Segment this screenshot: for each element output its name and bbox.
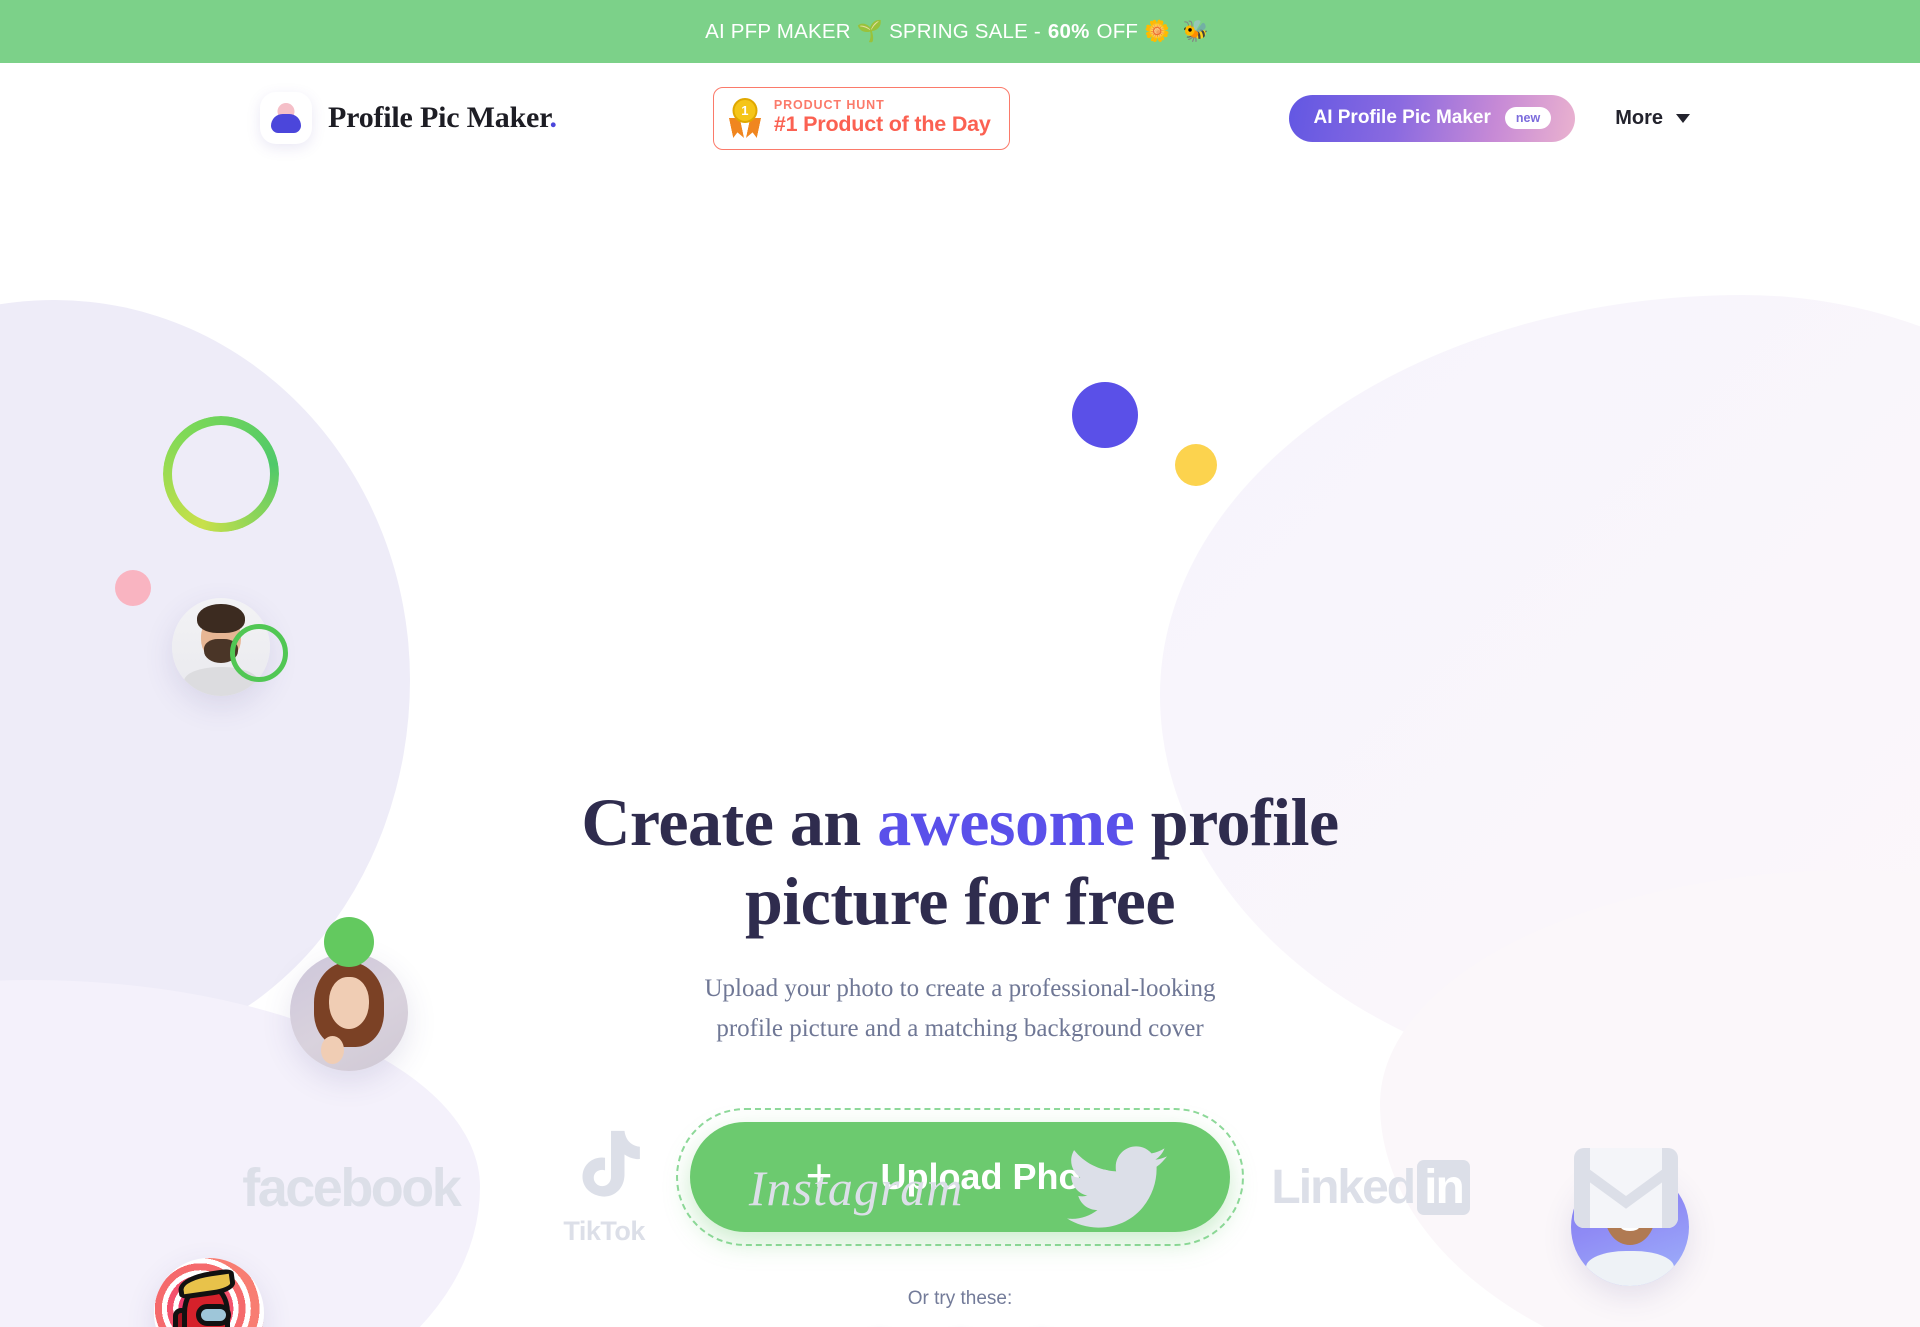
site-header: Profile Pic Maker. 1 PRODUCT HUNT #1 Pro… [0,63,1920,173]
banner-sale-text: SPRING SALE - [889,19,1041,43]
green-ring-accent [163,416,279,532]
product-hunt-title: #1 Product of the Day [773,112,991,137]
yellow-dot [1175,444,1217,486]
title-part-1: Create an [581,784,878,860]
linkedin-label: Linked in [1271,1160,1470,1215]
hero-subtitle: Upload your photo to create a profession… [704,974,1216,1043]
instagram-label: Instagram [748,1159,964,1216]
logo-text: Profile Pic Maker [328,101,550,134]
pink-dot [115,570,151,606]
twitter-bird-icon [1067,1145,1168,1228]
linkedin-in-box: in [1417,1160,1470,1215]
tiktok-note-icon [582,1130,640,1197]
tiktok-logo[interactable]: TikTok [563,1128,645,1247]
banner-off: OFF [1096,19,1139,43]
seedling-emoji: 🌱 [856,19,884,43]
blossom-emoji: 🌼 [1144,19,1171,43]
banner-prefix: AI PFP MAKER [705,19,851,43]
gmail-envelope-icon [1573,1147,1678,1228]
gmail-logo[interactable] [1573,1147,1678,1228]
medal-rank: 1 [732,97,758,123]
facebook-logo[interactable]: facebook [242,1157,462,1219]
facebook-label: facebook [242,1157,462,1218]
tiktok-label: TikTok [563,1216,645,1246]
linkedin-logo[interactable]: Linked in [1271,1160,1470,1215]
more-menu[interactable]: More [1615,107,1690,130]
product-hunt-kicker: PRODUCT HUNT [773,98,885,113]
twitter-logo[interactable] [1067,1145,1168,1230]
logo-period: . [549,101,558,134]
linkedin-text: Linked [1271,1161,1416,1214]
promo-banner[interactable]: AI PFP MAKER 🌱 SPRING SALE - 60% OFF 🌼 🐝 [0,0,1920,63]
title-highlight: awesome [877,784,1135,860]
instagram-logo[interactable]: Instagram [749,1159,964,1217]
banner-discount: 60% [1047,19,1090,43]
new-badge: new [1504,107,1552,129]
bee-emoji: 🐝 [1182,19,1209,43]
ai-cta-label: AI Profile Pic Maker [1313,107,1491,128]
header-nav: AI Profile Pic Maker new More [1289,94,1880,142]
chevron-down-icon [1676,113,1690,123]
logo[interactable]: Profile Pic Maker. [260,92,557,144]
or-try-label: Or try these: [907,1287,1013,1309]
product-hunt-badge[interactable]: 1 PRODUCT HUNT #1 Product of the Day [712,86,1010,150]
page-title: Create an awesome profile picture for fr… [570,783,1350,941]
logo-wordmark: Profile Pic Maker. [328,101,557,135]
logo-avatar-icon [260,92,312,144]
social-logos-row: facebook TikTok Instagram Linked in [0,1128,1920,1247]
medal-icon: 1 [728,97,762,138]
green-ring [230,624,288,682]
ai-profile-pic-maker-button[interactable]: AI Profile Pic Maker new [1289,94,1576,142]
blue-dot [1072,382,1138,448]
more-label: More [1615,106,1663,129]
